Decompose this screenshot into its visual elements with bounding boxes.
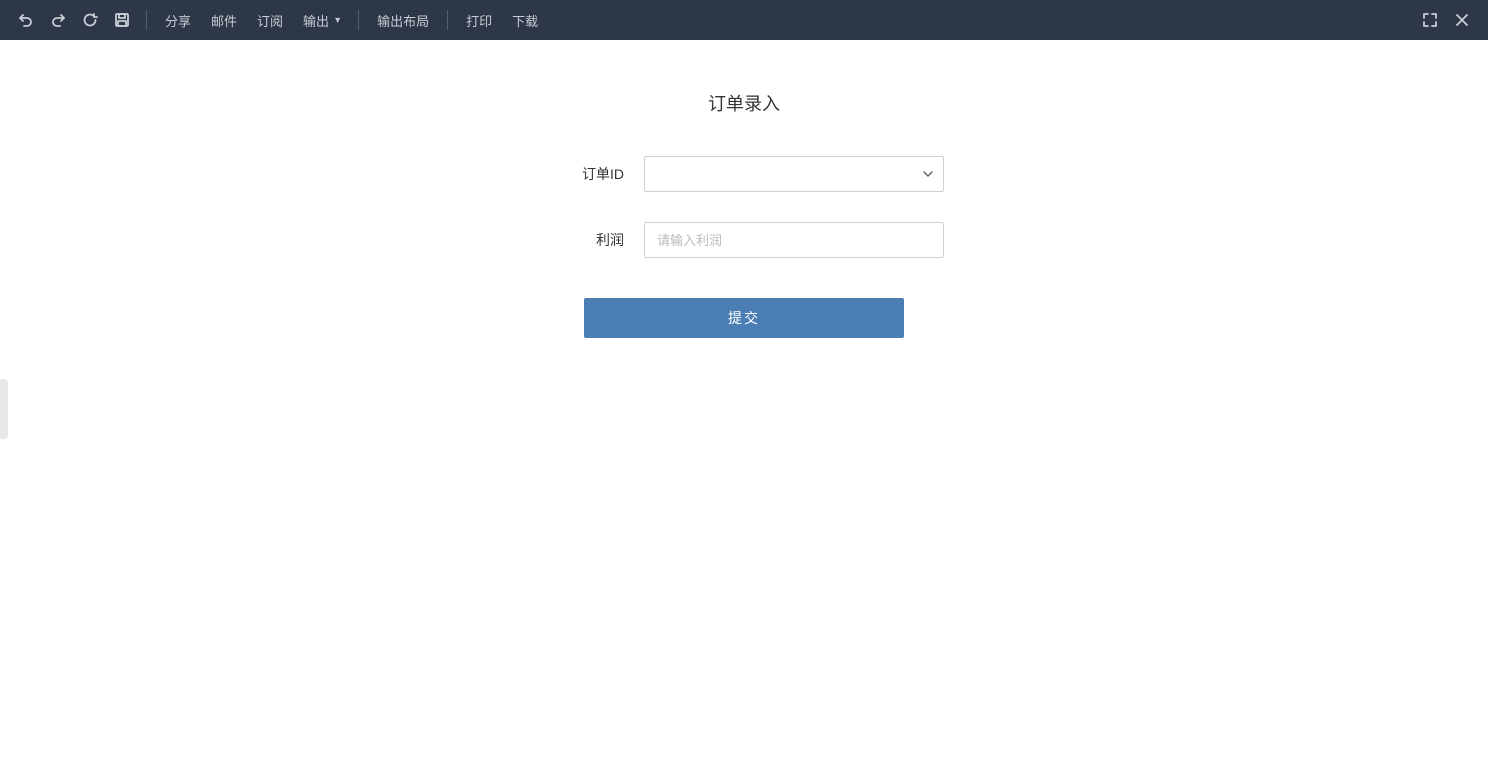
profit-row: 利润	[544, 222, 944, 258]
fullscreen-button[interactable]	[1416, 8, 1444, 32]
subscribe-button[interactable]: 订阅	[249, 7, 291, 34]
submit-button[interactable]: 提交	[584, 298, 904, 338]
form-title: 订单录入	[708, 90, 780, 116]
toolbar-right	[1416, 8, 1476, 32]
left-panel-hint	[0, 379, 8, 439]
refresh-button[interactable]	[76, 8, 104, 32]
main-content: 订单录入 订单ID 利润 提交	[0, 40, 1488, 778]
profit-input[interactable]	[644, 222, 944, 258]
layout-button[interactable]: 输出布局	[369, 7, 437, 34]
export-button[interactable]: 输出 ▾	[295, 7, 348, 34]
profit-label: 利润	[544, 230, 624, 250]
order-id-label: 订单ID	[544, 164, 624, 184]
toolbar: 分享 邮件 订阅 输出 ▾ 输出布局 打印 下载	[0, 0, 1488, 40]
separator-2	[358, 10, 359, 30]
share-button[interactable]: 分享	[157, 7, 199, 34]
chevron-down-icon: ▾	[335, 15, 340, 26]
order-id-select[interactable]	[644, 156, 944, 192]
undo-button[interactable]	[12, 8, 40, 32]
close-button[interactable]	[1448, 8, 1476, 32]
order-id-row: 订单ID	[544, 156, 944, 192]
separator-3	[447, 10, 448, 30]
separator-1	[146, 10, 147, 30]
form-container: 订单录入 订单ID 利润 提交	[544, 90, 944, 338]
redo-button[interactable]	[44, 8, 72, 32]
download-button[interactable]: 下载	[504, 7, 546, 34]
print-button[interactable]: 打印	[458, 7, 500, 34]
save-button[interactable]	[108, 8, 136, 32]
mail-button[interactable]: 邮件	[203, 7, 245, 34]
